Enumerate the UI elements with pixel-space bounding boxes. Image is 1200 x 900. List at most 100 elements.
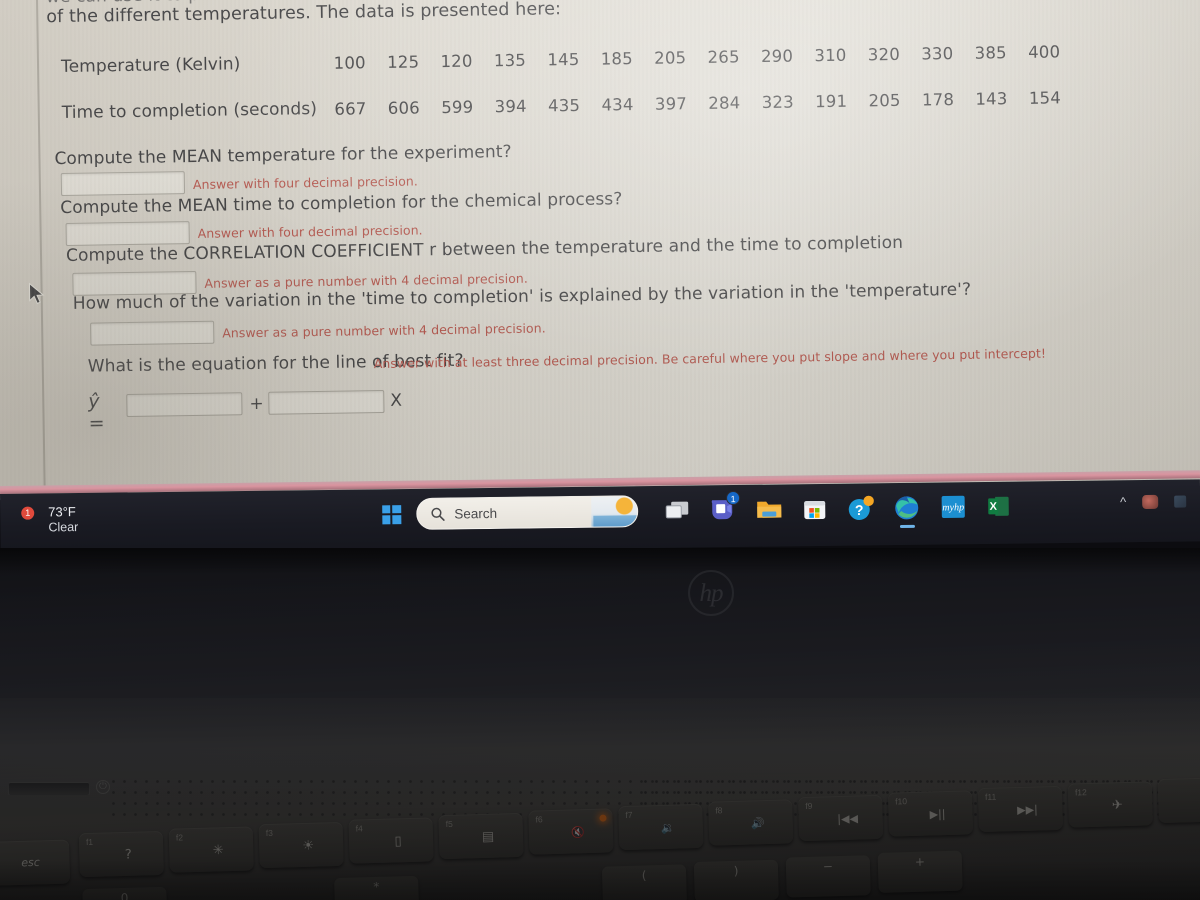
key-f6-mute[interactable]: f6 🔇 bbox=[528, 808, 614, 855]
previous-track-icon: |◀◀ bbox=[837, 812, 859, 826]
taskbar-system-tray: ^ bbox=[1120, 494, 1187, 509]
key-plus-label: + bbox=[914, 854, 926, 869]
brightness-down-icon: ✳ bbox=[212, 842, 224, 859]
time-cell: 606 bbox=[387, 97, 421, 118]
weather-text: 73°F Clear bbox=[48, 504, 78, 536]
temp-cell: 290 bbox=[760, 46, 794, 66]
row-label-temperature: Temperature (Kelvin) bbox=[60, 54, 241, 78]
answer-input-mean-time[interactable] bbox=[65, 221, 190, 246]
tray-extra-icon[interactable] bbox=[1174, 495, 1187, 508]
time-cell: 394 bbox=[494, 96, 527, 116]
time-cell: 205 bbox=[868, 90, 901, 110]
taskbar-icon-get-help[interactable]: ? bbox=[844, 491, 877, 524]
key-close-paren-label: ) bbox=[733, 863, 739, 878]
volume-down-icon: 🔉 bbox=[660, 821, 675, 835]
data-table: Temperature (Kelvin) 100 125 120 135 145… bbox=[61, 28, 1072, 136]
search-placeholder-label: Search bbox=[454, 505, 498, 521]
temp-cell: 400 bbox=[1027, 41, 1061, 62]
page-left-margin-rule bbox=[35, 0, 46, 500]
temp-cell: 100 bbox=[333, 52, 366, 73]
screenshot-root: we can use it to predict of the differen… bbox=[0, 0, 1200, 900]
key-f3-fn-label: f3 bbox=[265, 827, 274, 839]
temp-cell: 205 bbox=[654, 47, 687, 68]
key-f11-next-track[interactable]: f11 ▶▶| bbox=[977, 785, 1064, 833]
search-icon bbox=[431, 507, 445, 521]
chevron-up-icon[interactable]: ^ bbox=[1120, 494, 1126, 509]
time-cell: 178 bbox=[921, 89, 955, 110]
power-button-icon[interactable]: ⏻ bbox=[96, 780, 110, 794]
key-f7-volume-down[interactable]: f7 🔉 bbox=[618, 803, 704, 851]
teams-badge-count: 1 bbox=[726, 490, 741, 506]
temp-cell: 185 bbox=[600, 48, 633, 69]
answer-input-variation-explained[interactable] bbox=[90, 320, 215, 346]
taskbar-search-box[interactable]: Search bbox=[416, 495, 639, 530]
start-button[interactable] bbox=[374, 497, 408, 531]
key-f12-airplane-mode[interactable]: f12 ✈ bbox=[1067, 781, 1153, 828]
key-f8-volume-up[interactable]: f8 🔊 bbox=[708, 799, 794, 846]
answer-input-mean-temperature[interactable] bbox=[60, 171, 186, 197]
x-variable-label: X bbox=[390, 390, 403, 411]
time-cell: 191 bbox=[814, 91, 848, 111]
temp-cell: 310 bbox=[814, 45, 847, 65]
key-f4-fn-label: f4 bbox=[355, 823, 363, 834]
temp-cell: 120 bbox=[440, 51, 473, 71]
display-switch-icon: ▯ bbox=[394, 833, 402, 850]
key-f4-display-switch[interactable]: f4 ▯ bbox=[348, 817, 434, 864]
taskbar-weather-widget[interactable]: 1 73°F Clear bbox=[14, 504, 78, 537]
taskbar-icon-teams[interactable]: 1 bbox=[706, 490, 741, 526]
windows-taskbar: 1 73°F Clear Search 1 ? myhp X ^ bbox=[0, 479, 1200, 556]
weather-temperature: 73°F bbox=[48, 504, 76, 520]
time-cell: 599 bbox=[441, 97, 474, 117]
time-cell: 323 bbox=[761, 92, 794, 112]
brightness-up-icon: ☀ bbox=[302, 838, 315, 854]
time-cell: 284 bbox=[708, 92, 741, 113]
time-cell: 435 bbox=[547, 95, 581, 115]
key-number-0[interactable]: 0 bbox=[82, 886, 168, 900]
temp-cell: 385 bbox=[974, 42, 1007, 63]
key-asterisk[interactable]: * bbox=[334, 875, 420, 900]
key-delete[interactable] bbox=[1157, 776, 1200, 824]
key-f2-brightness-down[interactable]: f2 ✳ bbox=[168, 826, 254, 873]
tray-notification-icon[interactable] bbox=[1142, 494, 1159, 509]
laptop-screen: we can use it to predict of the differen… bbox=[0, 0, 1200, 500]
moon-icon: 1 bbox=[14, 506, 40, 533]
question-2-hint: Answer with four decimal precision. bbox=[197, 222, 423, 241]
key-minus[interactable]: − bbox=[785, 855, 871, 898]
time-cell: 143 bbox=[975, 88, 1008, 109]
key-f10-play-pause[interactable]: f10 ▶|| bbox=[887, 790, 974, 837]
keyboard-backlight-icon: ▤ bbox=[481, 829, 495, 845]
taskbar-icon-file-explorer[interactable] bbox=[752, 492, 785, 525]
yhat-label: ŷ = bbox=[88, 390, 105, 435]
taskbar-center-group: Search bbox=[374, 494, 639, 531]
taskbar-icon-myhp[interactable]: myhp bbox=[936, 490, 969, 523]
key-f5-fn-label: f5 bbox=[445, 818, 453, 830]
key-f8-fn-label: f8 bbox=[715, 805, 723, 816]
key-plus[interactable]: + bbox=[877, 850, 963, 893]
taskbar-icon-microsoft-store[interactable] bbox=[798, 492, 831, 525]
answer-input-slope[interactable] bbox=[268, 390, 385, 415]
play-pause-icon: ▶|| bbox=[929, 807, 946, 822]
key-f9-previous-track[interactable]: f9 |◀◀ bbox=[798, 794, 884, 842]
key-f1-help[interactable]: f1 ? bbox=[78, 830, 164, 878]
hp-logo: hp bbox=[688, 570, 734, 616]
time-cell: 397 bbox=[654, 93, 688, 114]
key-esc[interactable]: esc bbox=[0, 839, 71, 886]
answer-input-intercept[interactable] bbox=[126, 392, 243, 418]
weather-condition: Clear bbox=[48, 520, 79, 535]
taskbar-icon-excel[interactable]: X bbox=[982, 490, 1015, 523]
svg-text:myhp: myhp bbox=[942, 502, 964, 513]
key-f6-fn-label: f6 bbox=[535, 814, 543, 825]
key-f3-brightness-up[interactable]: f3 ☀ bbox=[258, 821, 344, 869]
time-cell: 154 bbox=[1028, 87, 1062, 108]
key-open-paren[interactable]: ( bbox=[601, 864, 687, 900]
key-close-paren[interactable]: ) bbox=[693, 859, 779, 900]
taskbar-icon-task-view[interactable] bbox=[660, 494, 693, 527]
temp-cell: 145 bbox=[547, 49, 580, 69]
search-highlight-thumbnail bbox=[591, 496, 638, 527]
key-f12-fn-label: f12 bbox=[1074, 787, 1087, 798]
key-asterisk-label: * bbox=[373, 879, 380, 895]
taskbar-icon-microsoft-edge[interactable] bbox=[890, 491, 923, 529]
key-f5-keyboard-backlight[interactable]: f5 ▤ bbox=[438, 812, 524, 860]
weather-notification-badge: 1 bbox=[21, 506, 35, 520]
volume-up-icon: 🔊 bbox=[750, 816, 765, 831]
